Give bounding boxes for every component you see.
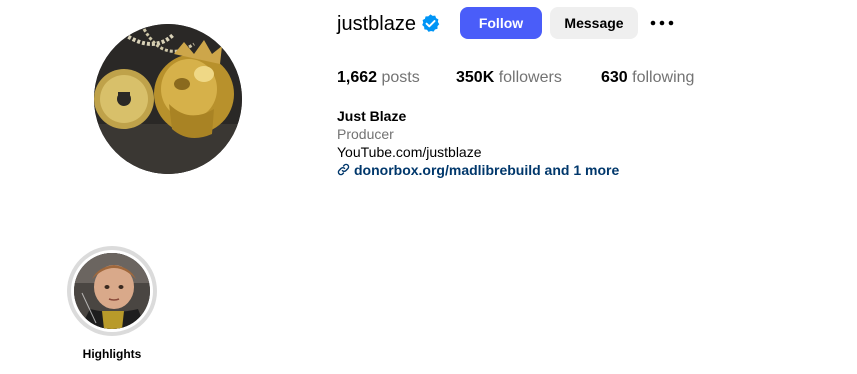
bio-full-name: Just Blaze	[337, 108, 407, 124]
following-label: following	[632, 69, 695, 86]
follow-button[interactable]: Follow	[460, 7, 542, 39]
followers-number: 350K	[456, 69, 495, 86]
profile-picture[interactable]	[94, 24, 242, 174]
posts-count: 1,662 posts	[337, 68, 420, 88]
message-button[interactable]: Message	[550, 7, 638, 39]
highlight-label: Highlights	[82, 347, 142, 361]
bio-category: Producer	[337, 126, 394, 142]
following-number: 630	[601, 69, 628, 86]
bio-link-text: donorbox.org/madlibrebuild and 1 more	[354, 162, 620, 178]
verified-badge-icon	[420, 13, 441, 34]
highlight-ring	[71, 250, 153, 332]
profile-picture-image	[94, 24, 242, 174]
posts-number: 1,662	[337, 69, 378, 86]
following-link[interactable]: 630 following	[601, 68, 694, 88]
bio-text: YouTube.com/justblaze	[337, 144, 482, 160]
followers-link[interactable]: 350K followers	[456, 68, 562, 88]
bio-external-link[interactable]: donorbox.org/madlibrebuild and 1 more	[337, 161, 619, 179]
link-icon	[337, 163, 350, 176]
highlight-cover-image	[74, 253, 150, 329]
username: justblaze	[337, 13, 416, 35]
followers-label: followers	[498, 69, 562, 86]
highlight-item[interactable]	[67, 246, 157, 336]
more-options-icon[interactable]	[649, 12, 675, 34]
posts-label: posts	[381, 69, 420, 86]
